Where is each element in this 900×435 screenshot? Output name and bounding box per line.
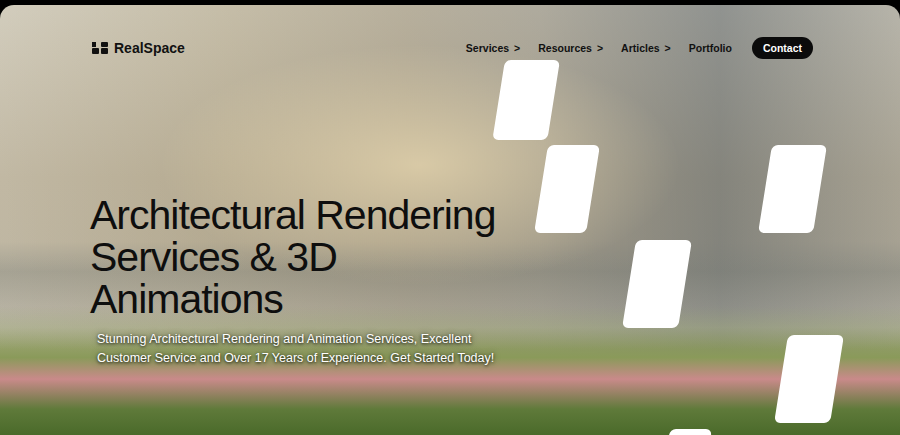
logo-icon	[92, 42, 108, 54]
contact-button[interactable]: Contact	[752, 37, 813, 59]
parallelogram-shape	[758, 145, 827, 233]
title-line: Animations	[90, 278, 813, 320]
nav-menu: Services > Resources > Articles > Portfolio Con…	[466, 37, 813, 59]
subtitle-line: Customer Service and Over 17 Years of Ex…	[97, 349, 813, 368]
page: RealSpace Services > Resources > Articles > Por…	[0, 0, 900, 435]
nav-label: Resources	[538, 42, 592, 54]
nav-label: Articles	[621, 42, 660, 54]
nav-label: Services	[466, 42, 509, 54]
hero: RealSpace Services > Resources > Articles > Por…	[0, 5, 900, 435]
nav-item[interactable]: Services >	[466, 42, 520, 54]
subtitle-line: Stunning Architectural Rendering and Ani…	[97, 330, 813, 349]
nav-item[interactable]: Resources >	[538, 42, 603, 54]
parallelogram-shape	[534, 145, 600, 233]
parallelogram-shape	[622, 240, 692, 328]
parallelogram-shape	[774, 335, 844, 423]
title-line: Architectural Rendering	[90, 194, 813, 236]
logo-text: RealSpace	[114, 40, 185, 56]
parallelogram-shape	[492, 60, 560, 140]
hero-title: Architectural RenderingServices & 3DAnim…	[90, 194, 813, 320]
chevron-icon: >	[597, 42, 603, 54]
logo[interactable]: RealSpace	[92, 40, 185, 56]
title-line: Services & 3D	[90, 236, 813, 278]
navbar: RealSpace Services > Resources > Articles > Por…	[92, 36, 813, 60]
chevron-icon: >	[665, 42, 671, 54]
nav-label: Portfolio	[689, 42, 732, 54]
hero-content: RealSpace Services > Resources > Articles > Por…	[0, 5, 900, 368]
chevron-icon: >	[514, 42, 520, 54]
hero-subtitle: Stunning Architectural Rendering and Ani…	[97, 330, 813, 368]
parallelogram-shape	[667, 429, 712, 435]
nav-item[interactable]: Articles >	[621, 42, 671, 54]
nav-item[interactable]: Portfolio	[689, 42, 732, 54]
